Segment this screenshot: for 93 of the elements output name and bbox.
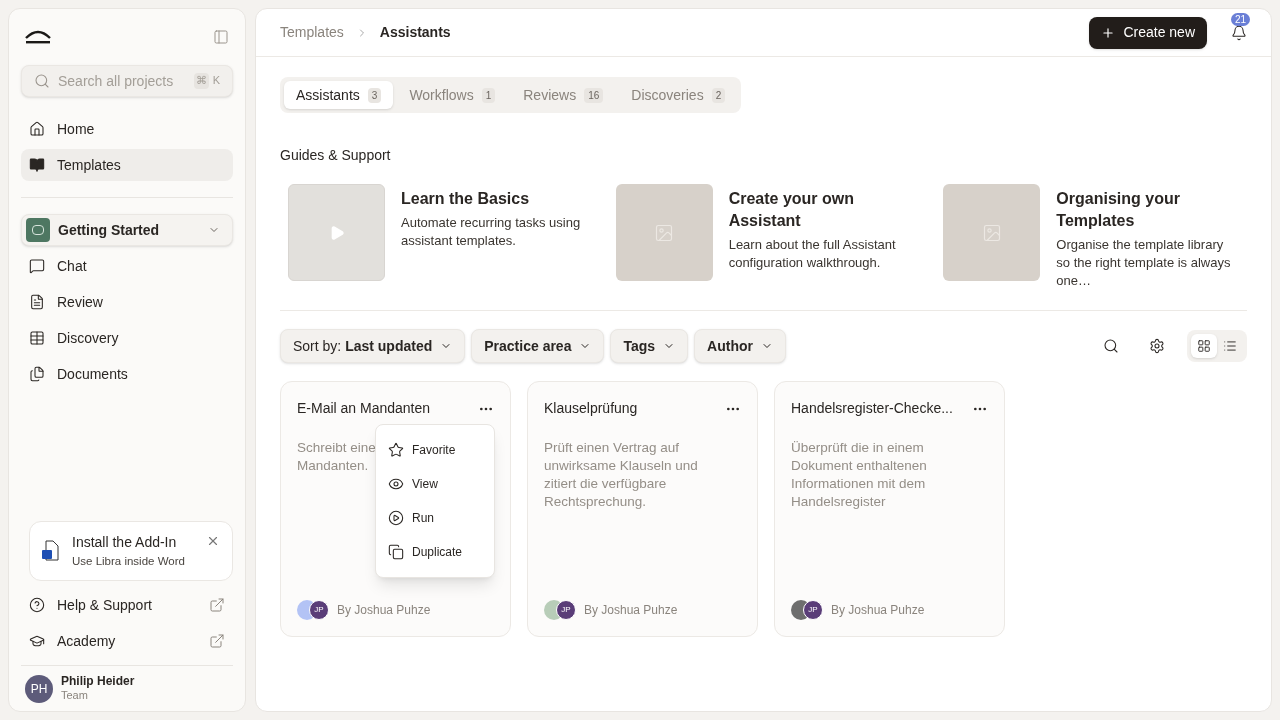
tab[interactable]: Reviews 16 — [511, 81, 616, 109]
external-link-icon — [209, 633, 225, 650]
grid-icon — [1197, 339, 1211, 353]
search-placeholder: Search all projects — [58, 72, 175, 91]
help-icon — [29, 597, 45, 614]
grid-view-button[interactable] — [1191, 334, 1217, 358]
card-description-line: unwirksame Klauseln und — [544, 457, 698, 475]
nav-item[interactable]: Documents — [21, 358, 233, 390]
addin-subtitle: Use Libra inside Word — [72, 554, 186, 569]
close-icon[interactable] — [206, 534, 220, 548]
image-icon — [654, 222, 675, 243]
nav-item[interactable]: Discovery — [21, 322, 233, 354]
image-icon — [981, 222, 1002, 243]
author-name: By Joshua Puhze — [584, 602, 678, 619]
card-title: Klauselprüfung — [544, 399, 638, 418]
video-thumbnail[interactable] — [288, 184, 385, 281]
guide-description: Automate recurring tasks using assistant templates. — [401, 214, 581, 250]
card-description-line: Rechtsprechung. — [544, 493, 647, 511]
card-description-line: Überprüft die in einem — [791, 439, 924, 457]
search-icon — [34, 73, 50, 89]
guide-description: Learn about the full Assistant configuration walkthrough. — [728, 236, 897, 272]
word-document-icon — [42, 540, 60, 562]
document-icon — [29, 294, 45, 310]
filter-dropdown[interactable]: Practice area — [471, 329, 605, 363]
sidebar-toggle-icon[interactable] — [213, 29, 229, 45]
settings-icon[interactable] — [1149, 338, 1165, 354]
card-description-line: Mandanten. — [297, 457, 369, 475]
card-description-line: Dokument enthaltenen — [791, 457, 927, 475]
guide-title[interactable]: Learn the Basics — [401, 188, 581, 210]
tab-count: 16 — [584, 87, 604, 103]
tab-count: 3 — [367, 87, 382, 103]
play-icon — [388, 510, 404, 526]
project-icon — [26, 218, 50, 242]
author-avatar: JP — [309, 600, 329, 620]
copy-icon — [388, 544, 404, 560]
shortcut-hint: ⌘ K — [193, 73, 220, 89]
filter-dropdown[interactable]: Sort by: Last updated — [280, 329, 466, 363]
project-selector[interactable]: Getting Started — [21, 214, 233, 246]
nav-item[interactable]: Templates — [21, 149, 233, 181]
section-title: Guides & Support — [280, 146, 392, 165]
external-link-icon — [209, 597, 225, 614]
tab-count: 1 — [481, 87, 496, 103]
card-description-line: Informationen mit dem — [791, 475, 926, 493]
tab[interactable]: Workflows 1 — [397, 81, 508, 109]
nav-item[interactable]: Review — [21, 286, 233, 318]
eye-icon — [388, 476, 404, 492]
star-icon — [388, 442, 404, 458]
tab-count: 2 — [711, 87, 726, 103]
guide-title[interactable]: Create your own Assistant — [728, 188, 909, 232]
plus-icon — [1101, 25, 1116, 40]
card-description-line: zitiert die verfügbare — [544, 475, 667, 493]
menu-item[interactable]: View — [376, 467, 494, 501]
user-avatar: PH — [25, 674, 53, 703]
create-new-button[interactable]: Create new — [1089, 16, 1207, 49]
filter-dropdown[interactable]: Tags — [610, 329, 689, 363]
nav-item[interactable]: Home — [21, 113, 233, 145]
user-team: Team — [61, 689, 89, 703]
menu-item[interactable]: Run — [376, 501, 494, 535]
guide-title[interactable]: Organising your Templates — [1056, 188, 1237, 232]
filter-dropdown[interactable]: Author — [694, 329, 786, 363]
addin-card[interactable]: Install the Add-In Use Libra inside Word — [29, 521, 233, 582]
nav-item[interactable]: Chat — [21, 250, 233, 282]
search-icon[interactable] — [1103, 338, 1119, 354]
book-icon — [29, 157, 45, 173]
author-name: By Joshua Puhze — [831, 602, 925, 619]
table-icon — [29, 330, 45, 346]
documents-icon — [29, 366, 45, 382]
menu-item[interactable]: Duplicate — [376, 535, 494, 569]
card-description-line: Handelsregister — [791, 493, 886, 511]
author-avatar: JP — [556, 600, 576, 620]
logo-icon — [25, 30, 51, 44]
notification-badge: 21 — [1231, 12, 1251, 26]
chat-icon — [29, 258, 45, 274]
card-description-line: Schreibt eine — [297, 439, 376, 457]
menu-item[interactable]: Favorite — [376, 433, 494, 467]
project-name: Getting Started — [58, 220, 161, 240]
guide-description: Organise the template library so the right template is always one… — [1056, 236, 1232, 290]
nav-link[interactable]: Help & Support — [21, 589, 233, 622]
tab[interactable]: Discoveries 2 — [619, 81, 738, 109]
nav-link[interactable]: Academy — [21, 625, 233, 658]
home-icon — [29, 121, 45, 137]
list-icon — [1223, 339, 1237, 353]
bell-icon[interactable] — [1231, 24, 1247, 41]
addin-title: Install the Add-In — [72, 533, 178, 552]
card-description-line: Prüft einen Vertrag auf — [544, 439, 680, 457]
author-name: By Joshua Puhze — [337, 602, 431, 619]
card-title: E-Mail an Mandanten — [297, 399, 431, 418]
card-title: Handelsregister-Checke... — [791, 399, 953, 418]
breadcrumb-link[interactable]: Templates — [280, 22, 344, 43]
user-name: Philip Heider — [61, 674, 135, 690]
author-avatar: JP — [803, 600, 823, 620]
tab[interactable]: Assistants 3 — [284, 81, 394, 109]
breadcrumb-current: Assistants — [379, 23, 452, 42]
